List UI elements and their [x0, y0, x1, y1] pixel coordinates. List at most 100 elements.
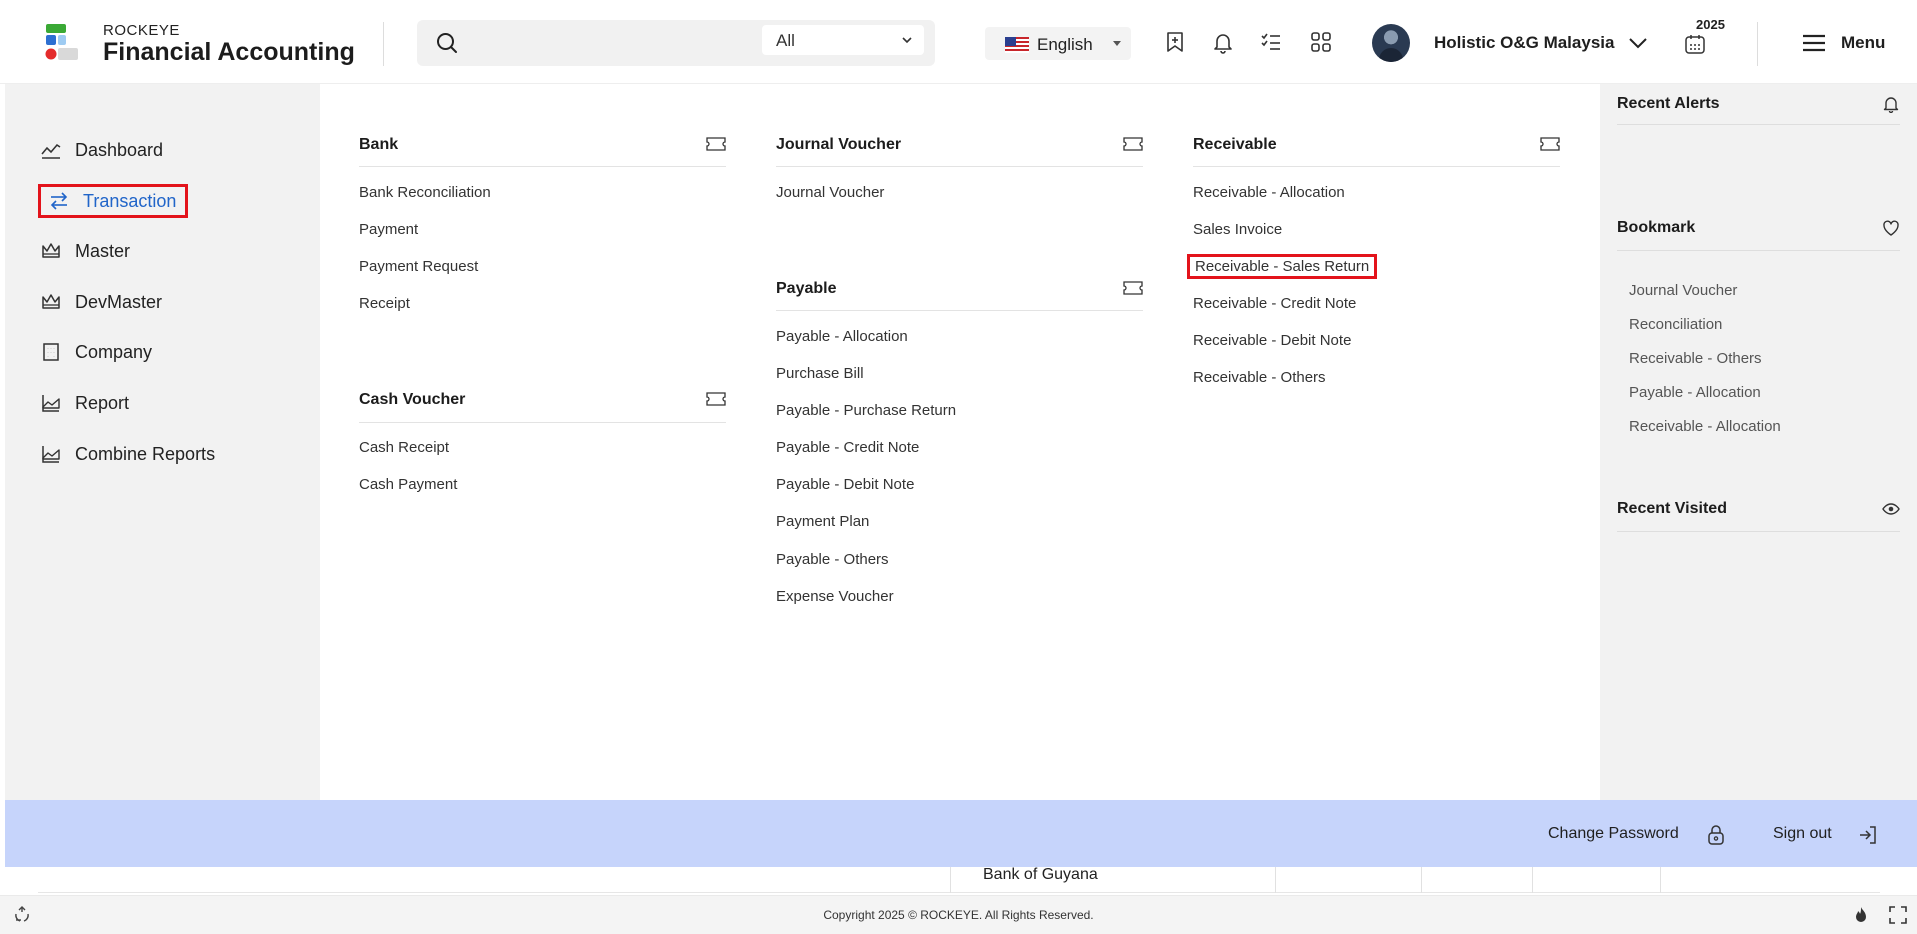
bookmark-link[interactable]: Reconciliation	[1629, 316, 1722, 333]
menu-link[interactable]: Cash Receipt	[359, 439, 449, 456]
nav-item-combine-reports[interactable]: Combine Reports	[41, 438, 215, 470]
ticket-icon[interactable]	[706, 392, 726, 406]
checklist-icon[interactable]	[1259, 30, 1283, 54]
change-password-button[interactable]: Change Password	[1548, 825, 1679, 843]
bell-icon[interactable]	[1211, 30, 1235, 54]
ticket-icon[interactable]	[706, 137, 726, 151]
bookmark-link[interactable]: Payable - Allocation	[1629, 384, 1761, 401]
search-icon[interactable]	[435, 31, 459, 55]
menu-link[interactable]: Sales Invoice	[1193, 221, 1282, 238]
menu-link[interactable]: Payable - Allocation	[776, 328, 908, 345]
nav-item-dashboard[interactable]: Dashboard	[41, 134, 163, 166]
language-label: English	[1037, 35, 1093, 54]
menu-section-title-journal-voucher: Journal Voucher	[776, 136, 902, 153]
menu-section-title-bank: Bank	[359, 136, 399, 153]
menu-link[interactable]: Receivable - Others	[1193, 369, 1326, 386]
bell-icon[interactable]	[1882, 95, 1900, 113]
section-divider	[1193, 166, 1560, 167]
table-column-divider	[1660, 867, 1661, 893]
bookmark-title: Bookmark	[1617, 219, 1696, 236]
search-scope-select[interactable]: All	[762, 25, 924, 55]
menu-link[interactable]: Payment	[359, 221, 418, 238]
recent-alerts-title: Recent Alerts	[1617, 95, 1720, 112]
ticket-icon[interactable]	[1123, 281, 1143, 295]
apps-grid-icon[interactable]	[1309, 30, 1333, 54]
menu-link[interactable]: Cash Payment	[359, 476, 457, 493]
eye-icon[interactable]	[1882, 500, 1900, 518]
nav-label: Report	[75, 392, 130, 413]
us-flag-icon	[1005, 37, 1029, 53]
panel-divider	[1617, 531, 1900, 532]
nav-item-transaction[interactable]: Transaction	[38, 184, 188, 218]
menu-link[interactable]: Payment Request	[359, 258, 478, 275]
menu-link[interactable]: Expense Voucher	[776, 588, 894, 605]
chart-line-icon	[41, 143, 61, 159]
menu-link[interactable]: Payable - Others	[776, 551, 889, 568]
panel-divider	[1617, 124, 1900, 125]
heart-icon[interactable]	[1882, 219, 1900, 237]
crown-icon	[42, 294, 60, 309]
nav-item-report[interactable]: Report	[41, 387, 129, 419]
page-footer: Copyright 2025 © ROCKEYE. All Rights Res…	[0, 895, 1917, 934]
section-divider	[359, 166, 726, 167]
language-select[interactable]: English	[985, 27, 1131, 60]
search-input[interactable]	[473, 28, 773, 58]
menu-link[interactable]: Bank Reconciliation	[359, 184, 491, 201]
fiscal-year: 2025	[1696, 17, 1725, 32]
menu-link[interactable]: Receipt	[359, 295, 410, 312]
menu-link[interactable]: Payment Plan	[776, 513, 869, 530]
bookmark-link[interactable]: Journal Voucher	[1629, 282, 1737, 299]
chevron-down-icon	[902, 37, 912, 44]
section-divider	[776, 166, 1143, 167]
menu-section-title-cash-voucher: Cash Voucher	[359, 391, 466, 408]
table-column-divider	[950, 867, 951, 893]
menu-link-highlighted[interactable]: Receivable - Sales Return	[1187, 254, 1378, 279]
nav-item-company[interactable]: Company	[41, 336, 152, 368]
menu-link[interactable]: Receivable - Credit Note	[1193, 295, 1356, 312]
lock-icon[interactable]	[1705, 824, 1727, 846]
nav-label: Dashboard	[75, 139, 164, 160]
menu-link[interactable]: Receivable - Allocation	[1193, 184, 1345, 201]
nav-item-devmaster[interactable]: DevMaster	[41, 286, 162, 318]
nav-item-master[interactable]: Master	[41, 235, 130, 267]
table-column-divider	[1421, 867, 1422, 893]
nav-label: DevMaster	[75, 291, 163, 312]
menu-link[interactable]: Payable - Debit Note	[776, 476, 914, 493]
area-chart-icon	[42, 395, 60, 412]
table-cell: Bank of Guyana	[983, 866, 1098, 883]
crown-icon	[42, 243, 60, 258]
ticket-icon[interactable]	[1540, 137, 1560, 151]
menu-section-title-receivable: Receivable	[1193, 136, 1277, 153]
fullscreen-icon[interactable]	[1889, 906, 1907, 924]
app-title: Financial Accounting	[103, 38, 355, 66]
sign-out-icon[interactable]	[1857, 824, 1879, 846]
nav-label: Company	[75, 341, 153, 362]
transfer-arrows-icon	[50, 192, 68, 210]
nav-label: Master	[75, 240, 131, 261]
nav-label: Transaction	[83, 190, 177, 211]
hamburger-menu-icon[interactable]	[1802, 33, 1826, 53]
menu-link[interactable]: Receivable - Debit Note	[1193, 332, 1351, 349]
caret-down-icon	[1113, 41, 1121, 46]
user-avatar[interactable]	[1372, 24, 1410, 62]
chevron-down-icon[interactable]	[1628, 33, 1648, 53]
ticket-icon[interactable]	[1123, 137, 1143, 151]
bookmark-link[interactable]: Receivable - Others	[1629, 350, 1762, 367]
menu-link[interactable]: Purchase Bill	[776, 365, 864, 382]
menu-link[interactable]: Payable - Credit Note	[776, 439, 919, 456]
calendar-icon[interactable]	[1684, 33, 1706, 55]
section-divider	[776, 310, 1143, 311]
search-scope-value: All	[776, 31, 795, 50]
add-bookmark-icon[interactable]	[1163, 30, 1187, 54]
account-action-bar: Change Password Sign out	[5, 800, 1917, 867]
recent-visited-title: Recent Visited	[1617, 500, 1727, 517]
area-chart-icon	[42, 446, 60, 463]
sign-out-button[interactable]: Sign out	[1773, 825, 1832, 843]
menu-link[interactable]: Payable - Purchase Return	[776, 402, 956, 419]
rockeye-logo-icon[interactable]	[44, 24, 82, 62]
menu-link[interactable]: Journal Voucher	[776, 184, 884, 201]
flame-icon[interactable]	[1852, 906, 1870, 924]
company-name[interactable]: Holistic O&G Malaysia	[1434, 33, 1614, 53]
menu-button[interactable]: Menu	[1841, 33, 1885, 53]
bookmark-link[interactable]: Receivable - Allocation	[1629, 418, 1781, 435]
